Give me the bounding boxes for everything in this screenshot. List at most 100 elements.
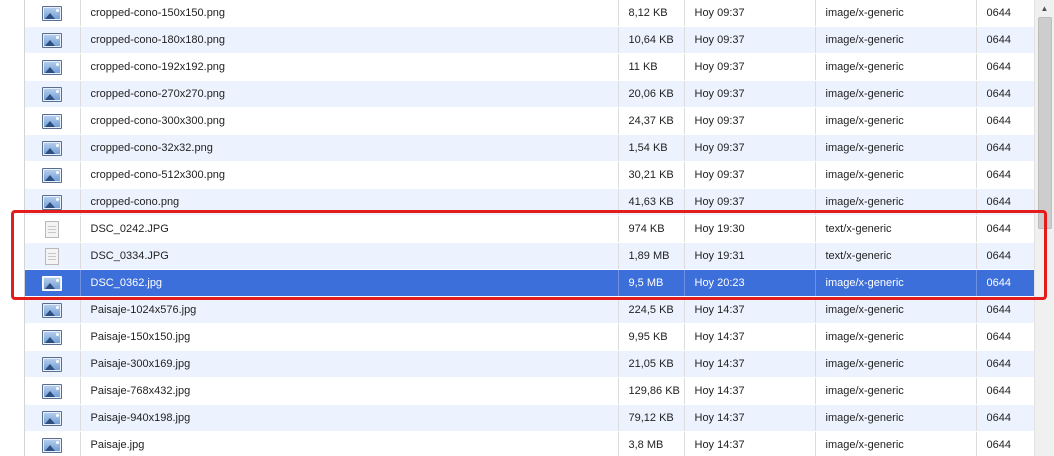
file-size: 1,89 MB <box>618 242 685 270</box>
file-modified: Hoy 09:37 <box>684 107 816 135</box>
file-name: cropped-cono-192x192.png <box>80 53 619 81</box>
file-row[interactable]: DSC_0334.JPG 1,89 MB Hoy 19:31 text/x-gener… <box>25 242 1034 270</box>
file-row[interactable]: cropped-cono-512x300.png 30,21 KB Hoy 09:3… <box>25 161 1034 189</box>
file-name: Paisaje-1024x576.jpg <box>80 296 619 324</box>
vertical-scrollbar[interactable]: ▲ <box>1034 0 1054 456</box>
file-permissions: 0644 <box>976 377 1034 405</box>
file-icon-cell <box>25 0 81 27</box>
file-icon-cell <box>25 80 81 108</box>
file-modified: Hoy 14:37 <box>684 350 816 378</box>
file-mime-type: text/x-generic <box>815 215 977 243</box>
file-permissions: 0644 <box>976 80 1034 108</box>
file-row[interactable]: Paisaje-150x150.jpg 9,95 KB Hoy 14:37 image… <box>25 323 1034 351</box>
file-mime-type: image/x-generic <box>815 80 977 108</box>
file-modified: Hoy 14:37 <box>684 377 816 405</box>
file-row[interactable]: cropped-cono-192x192.png 11 KB Hoy 09:37 im… <box>25 53 1034 81</box>
file-icon-cell <box>25 404 81 432</box>
file-manager-viewport: cropped-cono-150x150.png 8,12 KB Hoy 09:37… <box>0 0 1054 456</box>
file-permissions: 0644 <box>976 404 1034 432</box>
file-modified: Hoy 09:37 <box>684 53 816 81</box>
file-name: DSC_0334.JPG <box>80 242 619 270</box>
file-icon-cell <box>25 350 81 378</box>
file-row[interactable]: Paisaje-940x198.jpg 79,12 KB Hoy 14:37 imag… <box>25 404 1034 432</box>
file-size: 224,5 KB <box>618 296 685 324</box>
file-size: 129,86 KB <box>618 377 685 405</box>
file-size: 11 KB <box>618 53 685 81</box>
scroll-up-button[interactable]: ▲ <box>1035 0 1054 17</box>
file-row[interactable]: DSC_0242.JPG 974 KB Hoy 19:30 text/x-generi… <box>25 215 1034 243</box>
image-file-icon <box>42 302 63 318</box>
file-size: 41,63 KB <box>618 188 685 216</box>
file-row[interactable]: cropped-cono-300x300.png 24,37 KB Hoy 09:3… <box>25 107 1034 135</box>
file-row[interactable]: Paisaje-1024x576.jpg 224,5 KB Hoy 14:37 ima… <box>25 296 1034 324</box>
file-permissions: 0644 <box>976 26 1034 54</box>
file-mime-type: image/x-generic <box>815 431 977 456</box>
file-modified: Hoy 09:37 <box>684 26 816 54</box>
file-permissions: 0644 <box>976 0 1034 27</box>
file-size: 79,12 KB <box>618 404 685 432</box>
file-permissions: 0644 <box>976 134 1034 162</box>
file-row[interactable]: cropped-cono-270x270.png 20,06 KB Hoy 09:3… <box>25 80 1034 108</box>
file-permissions: 0644 <box>976 269 1034 297</box>
image-file-icon <box>42 59 63 75</box>
file-icon-cell <box>25 107 81 135</box>
file-row[interactable]: Paisaje-768x432.jpg 129,86 KB Hoy 14:37 ima… <box>25 377 1034 405</box>
file-modified: Hoy 14:37 <box>684 323 816 351</box>
file-list-body: cropped-cono-150x150.png 8,12 KB Hoy 09:37… <box>25 0 1034 456</box>
file-modified: Hoy 14:37 <box>684 404 816 432</box>
left-gutter <box>0 0 25 456</box>
file-permissions: 0644 <box>976 188 1034 216</box>
text-file-icon <box>45 247 60 265</box>
file-row[interactable]: Paisaje-300x169.jpg 21,05 KB Hoy 14:37 imag… <box>25 350 1034 378</box>
file-name: Paisaje.jpg <box>80 431 619 456</box>
file-permissions: 0644 <box>976 161 1034 189</box>
file-modified: Hoy 14:37 <box>684 431 816 456</box>
file-size: 30,21 KB <box>618 161 685 189</box>
file-icon-cell <box>25 26 81 54</box>
image-file-icon <box>42 410 63 426</box>
file-row[interactable]: cropped-cono-180x180.png 10,64 KB Hoy 09:3… <box>25 26 1034 54</box>
file-name: DSC_0362.jpg <box>80 269 619 297</box>
file-mime-type: image/x-generic <box>815 0 977 27</box>
image-file-icon <box>42 5 63 21</box>
file-mime-type: image/x-generic <box>815 404 977 432</box>
file-icon-cell <box>25 377 81 405</box>
file-size: 1,54 KB <box>618 134 685 162</box>
text-file-icon <box>45 220 60 238</box>
file-row[interactable]: cropped-cono-150x150.png 8,12 KB Hoy 09:37… <box>25 0 1034 27</box>
file-icon-cell <box>25 242 81 270</box>
file-mime-type: image/x-generic <box>815 161 977 189</box>
image-file-icon <box>42 437 63 453</box>
image-file-icon <box>42 32 63 48</box>
file-modified: Hoy 19:31 <box>684 242 816 270</box>
file-modified: Hoy 20:23 <box>684 269 816 297</box>
file-icon-cell <box>25 53 81 81</box>
file-icon-cell <box>25 188 81 216</box>
file-mime-type: image/x-generic <box>815 350 977 378</box>
file-row[interactable]: Paisaje.jpg 3,8 MB Hoy 14:37 image/x-generi… <box>25 431 1034 456</box>
file-name: Paisaje-300x169.jpg <box>80 350 619 378</box>
file-permissions: 0644 <box>976 107 1034 135</box>
file-size: 974 KB <box>618 215 685 243</box>
file-permissions: 0644 <box>976 215 1034 243</box>
scrollbar-thumb[interactable] <box>1038 17 1052 229</box>
file-size: 24,37 KB <box>618 107 685 135</box>
file-mime-type: image/x-generic <box>815 269 977 297</box>
file-name: cropped-cono-150x150.png <box>80 0 619 27</box>
file-modified: Hoy 14:37 <box>684 296 816 324</box>
file-row[interactable]: cropped-cono-32x32.png 1,54 KB Hoy 09:37 im… <box>25 134 1034 162</box>
file-icon-cell <box>25 134 81 162</box>
file-name: cropped-cono-270x270.png <box>80 80 619 108</box>
file-row[interactable]: cropped-cono.png 41,63 KB Hoy 09:37 image/x… <box>25 188 1034 216</box>
file-name: Paisaje-150x150.jpg <box>80 323 619 351</box>
file-size: 21,05 KB <box>618 350 685 378</box>
file-mime-type: image/x-generic <box>815 296 977 324</box>
image-file-icon <box>42 140 63 156</box>
file-mime-type: image/x-generic <box>815 134 977 162</box>
file-size: 20,06 KB <box>618 80 685 108</box>
file-icon-cell <box>25 323 81 351</box>
file-permissions: 0644 <box>976 296 1034 324</box>
file-permissions: 0644 <box>976 350 1034 378</box>
file-name: cropped-cono-32x32.png <box>80 134 619 162</box>
file-row-selected[interactable]: DSC_0362.jpg 9,5 MB Hoy 20:23 image/x-gener… <box>25 269 1034 297</box>
